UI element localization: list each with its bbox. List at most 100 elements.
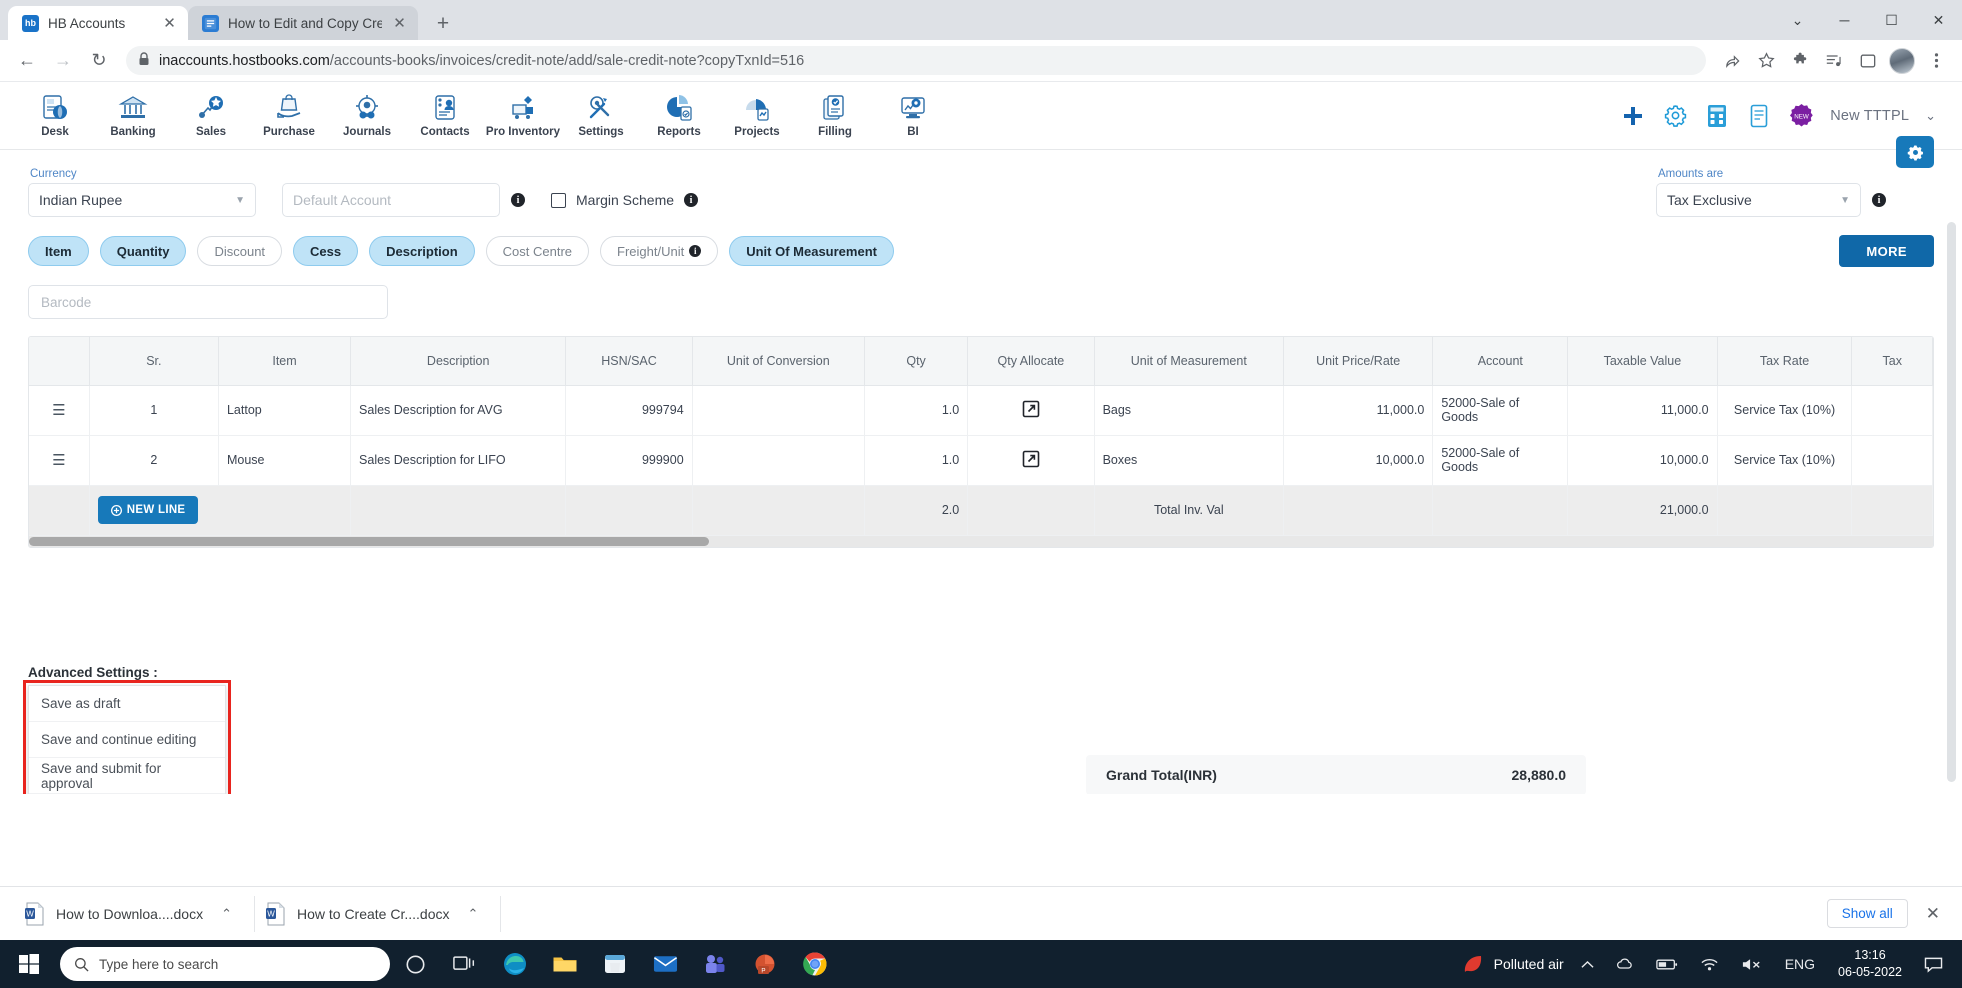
nav-item-journals[interactable]: Journals [328,93,406,138]
info-icon[interactable]: i [511,193,525,207]
chevron-down-icon[interactable]: ⌄ [1925,108,1936,124]
chip-description[interactable]: Description [369,236,475,266]
volume-mute-icon[interactable] [1730,957,1774,972]
more-button[interactable]: MORE [1839,235,1934,267]
window-close-button[interactable]: ✕ [1915,0,1962,40]
info-icon[interactable]: i [684,193,699,207]
cell-description[interactable]: Sales Description for AVG [350,385,567,436]
cell-hsn[interactable]: 999794 [565,385,693,436]
close-icon[interactable]: ✕ [161,15,178,32]
cell-tax-rate[interactable]: Service Tax (10%) [1717,435,1853,486]
cell-uom[interactable]: Boxes [1094,435,1285,486]
taskbar-search-box[interactable]: Type here to search [60,947,390,981]
table-horizontal-scrollbar[interactable] [29,535,1933,547]
forward-icon[interactable]: → [48,46,78,76]
chip-cost-centre[interactable]: Cost Centre [485,236,590,266]
notes-icon[interactable] [1746,103,1772,129]
chip-quantity[interactable]: Quantity [99,236,187,266]
external-link-icon[interactable] [967,435,1095,486]
cell-tax-rate[interactable]: Service Tax (10%) [1717,385,1853,436]
taskbar-clock[interactable]: 13:16 06-05-2022 [1826,947,1914,981]
cell-hsn[interactable]: 999900 [565,435,693,486]
cell-unit-conversion[interactable] [692,385,865,436]
info-icon[interactable]: i [1872,193,1886,207]
chip-unit-of-measurement[interactable]: Unit Of Measurement [729,236,894,266]
reading-list-icon[interactable] [1820,47,1848,75]
start-button[interactable] [0,940,58,988]
cell-item[interactable]: Lattop [218,385,352,436]
cell-item[interactable]: Mouse [218,435,352,486]
nav-item-sales[interactable]: Sales [172,93,250,138]
company-name[interactable]: New TTTPL [1830,108,1909,124]
table-row[interactable]: ☰ 1 Lattop Sales Description for AVG 999… [29,385,1933,436]
cell-qty[interactable]: 1.0 [864,385,969,436]
cell-unit-price[interactable]: 10,000.0 [1283,435,1434,486]
default-account-input[interactable]: Default Account [282,183,500,217]
chip-item[interactable]: Item [28,236,89,266]
nav-item-reports[interactable]: Reports [640,93,718,138]
wifi-icon[interactable] [1689,957,1730,972]
nav-item-contacts[interactable]: Contacts [406,93,484,138]
row-drag-handle-icon[interactable]: ☰ [29,435,90,486]
reload-icon[interactable]: ↻ [84,46,114,76]
nav-item-bi[interactable]: BI [874,93,952,138]
external-link-icon[interactable] [967,385,1095,436]
minimize-button[interactable]: ─ [1821,0,1868,40]
task-view-icon[interactable] [440,940,490,988]
cell-uom[interactable]: Bags [1094,385,1285,436]
back-icon[interactable]: ← [12,46,42,76]
chevron-up-icon[interactable]: ⌃ [221,906,232,922]
nav-item-pro-inventory[interactable]: Pro Inventory [484,93,562,138]
show-all-button[interactable]: Show all [1826,899,1908,928]
cell-account[interactable]: 52000-Sale of Goods [1432,435,1569,486]
cell-unit-price[interactable]: 11,000.0 [1283,385,1434,436]
calculator-icon[interactable] [1704,103,1730,129]
maximize-button[interactable]: ☐ [1868,0,1915,40]
download-item[interactable]: W How to Downloa....docx ⌃ [14,895,255,932]
chip-freight-unit[interactable]: Freight/Unit i [600,236,719,266]
page-scrollbar[interactable] [1947,222,1956,782]
extensions-puzzle-icon[interactable] [1786,47,1814,75]
menu-item-save-as-draft[interactable]: Save as draft [29,686,225,722]
store-icon[interactable] [590,940,640,988]
chevron-up-icon[interactable]: ⌃ [468,906,479,922]
settings-gear-fab[interactable] [1896,136,1934,168]
amounts-are-select[interactable]: Tax Exclusive ▼ [1656,183,1861,217]
table-row[interactable]: ☰ 2 Mouse Sales Description for LIFO 999… [29,435,1933,486]
menu-item-save-and-continue-editing[interactable]: Save and continue editing [29,722,225,758]
tab-search-icon[interactable]: ⌄ [1774,0,1821,40]
scrollbar-thumb[interactable] [29,536,709,546]
edge-icon[interactable] [490,940,540,988]
address-bar[interactable]: inaccounts.hostbooks.com/accounts-books/… [126,46,1706,75]
chrome-menu-icon[interactable] [1922,47,1950,75]
notification-icon[interactable] [1914,940,1952,988]
cortana-circle-icon[interactable] [390,940,440,988]
cell-qty[interactable]: 1.0 [864,435,969,486]
battery-icon[interactable] [1645,958,1689,971]
chevron-up-icon[interactable] [1570,960,1605,969]
menu-item-save-and-submit-for-approval[interactable]: Save and submit for approval [29,758,225,794]
currency-select[interactable]: Indian Rupee ▼ [28,183,256,217]
share-icon[interactable] [1718,47,1746,75]
chrome-icon[interactable] [790,940,840,988]
add-plus-icon[interactable] [1620,103,1646,129]
nav-item-desk[interactable]: Desk [16,93,94,138]
chip-discount[interactable]: Discount [197,236,283,266]
browser-tab-2[interactable]: How to Edit and Copy Credit Not ✕ [188,6,418,40]
new-badge-icon[interactable]: NEW [1788,103,1814,129]
onedrive-icon[interactable] [1605,956,1645,972]
profile-avatar[interactable] [1888,47,1916,75]
nav-item-projects[interactable]: Projects [718,93,796,138]
bookmark-star-icon[interactable] [1752,47,1780,75]
mail-icon[interactable] [640,940,690,988]
weather-widget[interactable]: Polluted air [1462,953,1570,975]
nav-item-banking[interactable]: Banking [94,93,172,138]
margin-scheme-checkbox[interactable] [551,192,566,208]
cell-description[interactable]: Sales Description for LIFO [350,435,567,486]
download-item[interactable]: W How to Create Cr....docx ⌃ [255,895,502,932]
close-icon[interactable]: ✕ [1926,904,1940,924]
barcode-input[interactable]: Barcode [28,285,388,319]
nav-item-filling[interactable]: Filling [796,93,874,138]
sidepanel-icon[interactable] [1854,47,1882,75]
teams-icon[interactable] [690,940,740,988]
